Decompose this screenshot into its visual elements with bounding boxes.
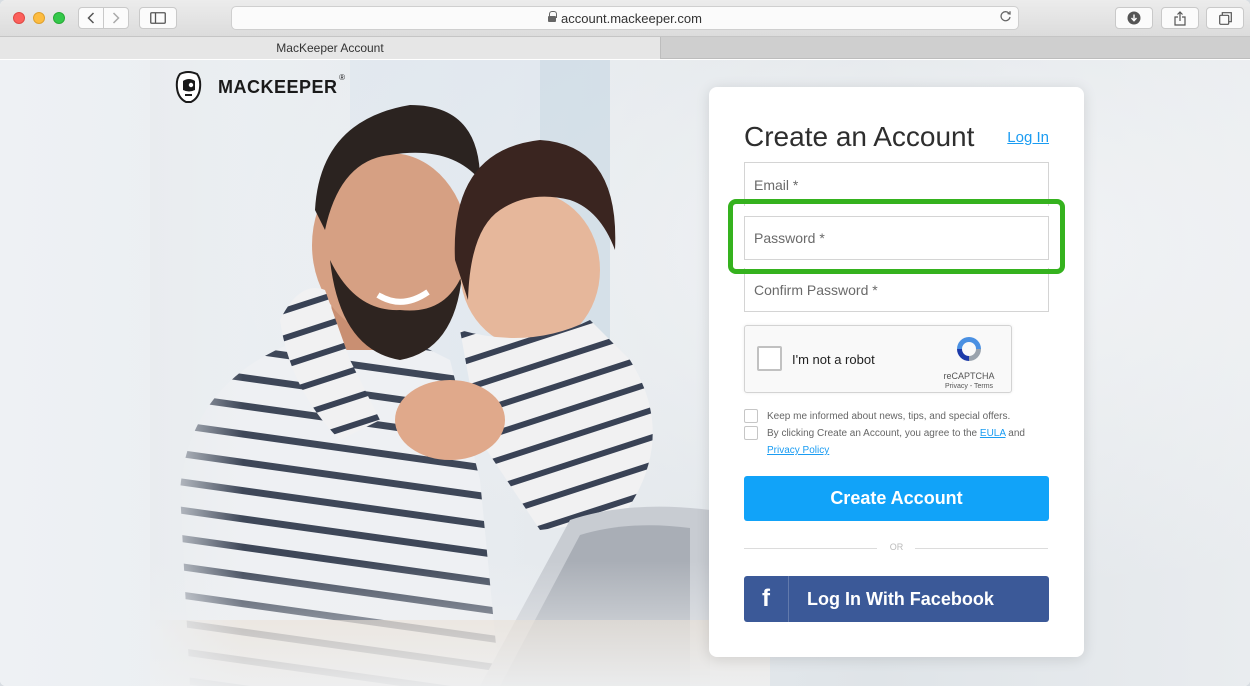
agree-checkbox[interactable] xyxy=(744,426,758,440)
agree-text: By clicking Create an Account, you agree… xyxy=(767,428,978,439)
tab-title: MacKeeper Account xyxy=(276,41,384,55)
recaptcha-checkbox[interactable] xyxy=(757,346,782,371)
recaptcha-brand: reCAPTCHA xyxy=(943,371,995,381)
password-highlight-box xyxy=(728,199,1065,274)
privacy-policy-link[interactable]: Privacy Policy xyxy=(767,445,829,456)
sidebar-icon xyxy=(150,12,166,24)
recaptcha-logo: reCAPTCHA Privacy - Terms xyxy=(937,334,1001,390)
facebook-login-label: Log In With Facebook xyxy=(807,588,994,609)
login-link[interactable]: Log In xyxy=(1007,129,1049,146)
logo-wordmark: MACKEEPER ® xyxy=(218,73,345,98)
page-title: Create an Account xyxy=(744,121,975,152)
signup-card: Create an Account Log In Email * Passwor… xyxy=(709,87,1084,657)
url-text: account.mackeeper.com xyxy=(561,10,702,26)
sidebar-toggle-button[interactable] xyxy=(139,7,177,29)
forward-button[interactable] xyxy=(103,7,129,29)
chevron-left-icon xyxy=(87,12,95,24)
address-bar[interactable]: account.mackeeper.com xyxy=(231,6,1019,30)
facebook-login-button[interactable]: f Log In With Facebook xyxy=(744,576,1049,622)
agree-label: By clicking Create an Account, you agree… xyxy=(767,425,1057,459)
and-text: and xyxy=(1008,428,1025,439)
close-window-button[interactable] xyxy=(13,12,25,24)
recaptcha-widget: I'm not a robot reCAPTCHA Privacy - Term… xyxy=(744,325,1012,393)
divider-left xyxy=(744,548,877,549)
recaptcha-icon xyxy=(957,337,981,361)
tab-overview-button[interactable] xyxy=(1206,7,1244,29)
mackeeper-logo[interactable]: MACKEEPER ® xyxy=(175,71,345,104)
reload-icon[interactable] xyxy=(999,10,1012,26)
share-icon xyxy=(1174,10,1186,26)
back-button[interactable] xyxy=(78,7,104,29)
newsletter-label: Keep me informed about news, tips, and s… xyxy=(767,411,1011,422)
chevron-right-icon xyxy=(112,12,120,24)
divider-right xyxy=(915,548,1048,549)
browser-toolbar: account.mackeeper.com xyxy=(0,0,1250,37)
recaptcha-privacy-terms[interactable]: Privacy - Terms xyxy=(937,383,1001,390)
fullscreen-window-button[interactable] xyxy=(53,12,65,24)
create-account-button[interactable]: Create Account xyxy=(744,476,1049,521)
browser-window: account.mackeeper.com MacKeeper Account xyxy=(0,0,1250,686)
downloads-button[interactable] xyxy=(1115,7,1153,29)
tab-mackeeper-account[interactable]: MacKeeper Account xyxy=(0,37,661,59)
logo-text: MACKEEPER xyxy=(218,77,338,97)
email-placeholder: Email * xyxy=(754,176,799,193)
mackeeper-robot-icon xyxy=(175,71,202,103)
eula-link[interactable]: EULA xyxy=(980,428,1006,439)
minimize-window-button[interactable] xyxy=(33,12,45,24)
download-icon xyxy=(1127,11,1141,25)
newsletter-checkbox[interactable] xyxy=(744,409,758,423)
registered-mark: ® xyxy=(339,73,346,82)
confirm-password-field[interactable]: Confirm Password * xyxy=(744,268,1049,312)
facebook-icon: f xyxy=(744,576,789,622)
confirm-password-placeholder: Confirm Password * xyxy=(754,281,878,298)
or-label: OR xyxy=(889,542,904,552)
tabs-icon xyxy=(1218,11,1232,25)
page-content: MACKEEPER ® Create an Account Log In Emai… xyxy=(0,60,1250,686)
lock-icon xyxy=(548,10,558,24)
create-account-label: Create Account xyxy=(830,488,963,508)
hero-photo xyxy=(150,60,770,686)
share-button[interactable] xyxy=(1161,7,1199,29)
tab-bar: MacKeeper Account xyxy=(0,37,1250,59)
recaptcha-label: I'm not a robot xyxy=(792,352,875,367)
